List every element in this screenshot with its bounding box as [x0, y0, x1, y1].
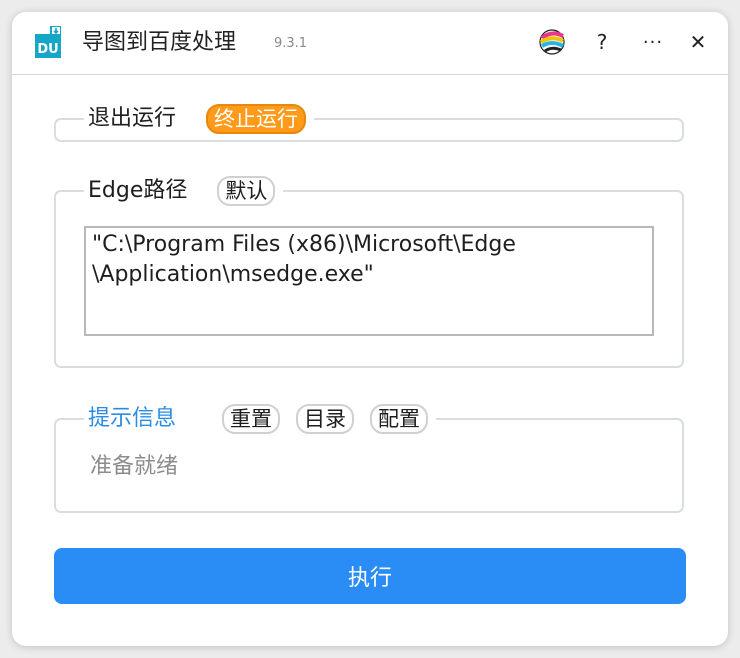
more-icon: ···	[642, 31, 664, 53]
stop-run-button[interactable]: 终止运行	[206, 104, 307, 134]
app-logo-text: DU	[37, 42, 58, 57]
app-logo-icon: DU	[35, 26, 61, 58]
exit-group-title: 退出运行	[88, 106, 177, 131]
edge-path-legend: Edge路径 默认	[84, 175, 284, 207]
default-path-button[interactable]: 默认	[217, 176, 276, 206]
exit-group-legend: 退出运行 终止运行	[84, 103, 315, 135]
help-icon: ?	[596, 30, 608, 54]
execute-button[interactable]: 执行	[54, 548, 686, 604]
theme-button[interactable]	[536, 26, 568, 58]
app-title: 导图到百度处理	[82, 30, 237, 55]
exit-group: 退出运行 终止运行	[54, 103, 684, 142]
more-button[interactable]: ···	[637, 26, 669, 58]
execute-button-label: 执行	[347, 566, 392, 591]
edge-path-group: Edge路径 默认 "C:\Program Files (x86)\Micros…	[54, 175, 684, 368]
close-icon: ✕	[689, 30, 707, 54]
config-button[interactable]: 配置	[370, 404, 429, 434]
help-button[interactable]: ?	[586, 26, 618, 58]
status-message: 准备就绪	[90, 454, 179, 479]
edge-path-input[interactable]: "C:\Program Files (x86)\Microsoft\Edge \…	[84, 226, 654, 336]
title-bar: DU 导图到百度处理 9.3.1 ? ··· ✕	[12, 12, 728, 75]
directory-button[interactable]: 目录	[296, 404, 355, 434]
app-version: 9.3.1	[274, 36, 308, 51]
info-group-title: 提示信息	[88, 406, 177, 431]
close-button[interactable]: ✕	[682, 26, 714, 58]
app-window: DU 导图到百度处理 9.3.1 ? ··· ✕ 退出运行 终止运行 Edge路…	[12, 12, 728, 646]
reset-button[interactable]: 重置	[222, 404, 281, 434]
edge-path-title: Edge路径	[88, 178, 188, 203]
info-group: 提示信息 重置 目录 配置 准备就绪	[54, 403, 684, 513]
color-theme-icon	[539, 29, 565, 55]
info-group-legend: 提示信息 重置 目录 配置	[84, 403, 437, 435]
